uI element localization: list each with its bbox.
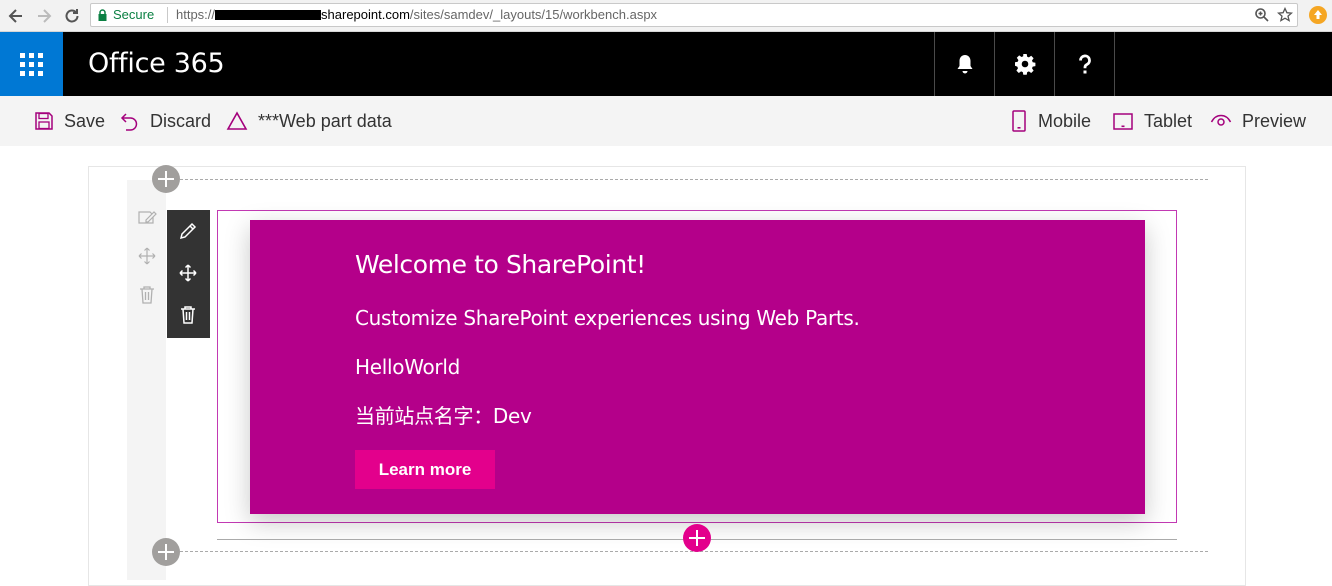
bell-icon bbox=[957, 55, 973, 74]
secure-indicator[interactable]: Secure bbox=[98, 7, 154, 23]
star-icon[interactable] bbox=[1277, 7, 1293, 23]
waffle-icon bbox=[20, 53, 43, 76]
url-path: /sites/samdev/_layouts/15/workbench.aspx bbox=[409, 7, 658, 22]
gear-icon bbox=[1015, 54, 1036, 75]
webpart-toolbar bbox=[167, 210, 210, 338]
discard-label: Discard bbox=[150, 110, 212, 131]
discard-button[interactable]: Discard bbox=[120, 108, 211, 134]
eye-icon bbox=[1210, 114, 1232, 126]
save-label: Save bbox=[64, 110, 106, 131]
preview-label: Preview bbox=[1242, 110, 1307, 131]
delete-section-icon[interactable] bbox=[138, 285, 156, 305]
edit-webpart-button[interactable] bbox=[177, 220, 199, 242]
tablet-label: Tablet bbox=[1144, 110, 1193, 131]
webpart-description: HelloWorld bbox=[355, 355, 461, 379]
plus-icon bbox=[158, 544, 174, 560]
suite-bar: Office 365 bbox=[0, 32, 1332, 96]
url-host: sharepoint.com bbox=[321, 7, 410, 22]
notifications-button[interactable] bbox=[934, 32, 994, 96]
move-section-icon[interactable] bbox=[137, 246, 157, 266]
suite-title[interactable]: Office 365 bbox=[88, 46, 225, 82]
command-bar: Save Discard ***Web part data Mobile Tab… bbox=[0, 96, 1332, 146]
plus-icon bbox=[158, 171, 174, 187]
preview-button[interactable]: Preview bbox=[1210, 108, 1306, 134]
webpart-data-button[interactable]: ***Web part data bbox=[226, 108, 392, 134]
url-scheme: https:// bbox=[176, 7, 216, 22]
mobile-button[interactable]: Mobile bbox=[1010, 108, 1091, 134]
webpart-data-label: ***Web part data bbox=[258, 110, 392, 131]
trash-icon bbox=[181, 306, 195, 324]
address-bar[interactable]: Secure https:// sharepoint.com/sites/samd… bbox=[90, 3, 1298, 27]
zoom-icon[interactable] bbox=[1254, 7, 1270, 23]
back-arrow-icon[interactable] bbox=[6, 6, 26, 26]
add-section-bottom-button[interactable] bbox=[152, 538, 180, 566]
delete-webpart-button[interactable] bbox=[177, 304, 199, 326]
browser-bar: Secure https:// sharepoint.com/sites/samd… bbox=[0, 0, 1332, 32]
webpart-title: Welcome to SharePoint! bbox=[355, 250, 646, 279]
section-toolbar bbox=[127, 180, 166, 580]
plus-icon bbox=[689, 530, 705, 546]
secure-label: Secure bbox=[113, 7, 155, 22]
section-top-divider bbox=[180, 179, 1208, 180]
webpart-subtitle: Customize SharePoint experiences using W… bbox=[355, 306, 860, 330]
webpart-hero: Welcome to SharePoint! Customize SharePo… bbox=[250, 220, 1145, 514]
mobile-label: Mobile bbox=[1038, 110, 1092, 131]
redacted-domain bbox=[215, 10, 322, 20]
add-section-top-button[interactable] bbox=[152, 165, 180, 193]
settings-button[interactable] bbox=[994, 32, 1054, 96]
learn-more-button[interactable]: Learn more bbox=[355, 450, 495, 489]
add-webpart-button[interactable] bbox=[683, 524, 711, 552]
lock-icon bbox=[98, 9, 107, 21]
extension-icon[interactable] bbox=[1309, 6, 1327, 24]
tablet-button[interactable]: Tablet bbox=[1112, 108, 1192, 134]
save-icon bbox=[35, 112, 53, 130]
reload-icon[interactable] bbox=[62, 6, 82, 26]
help-icon bbox=[1079, 54, 1091, 74]
move-icon bbox=[179, 264, 197, 282]
undo-icon bbox=[120, 113, 138, 131]
help-button[interactable] bbox=[1054, 32, 1115, 96]
save-button[interactable]: Save bbox=[34, 108, 105, 134]
pencil-icon bbox=[179, 222, 197, 240]
webpart-site-name: 当前站点名字：Dev bbox=[355, 404, 532, 428]
edit-section-icon[interactable] bbox=[137, 208, 157, 226]
triangle-icon bbox=[226, 111, 248, 130]
app-launcher-button[interactable] bbox=[0, 32, 63, 96]
forward-arrow-icon[interactable] bbox=[34, 6, 54, 26]
url-text[interactable]: https:// sharepoint.com/sites/samdev/_lay… bbox=[176, 7, 657, 23]
move-webpart-button[interactable] bbox=[177, 262, 199, 284]
tablet-icon bbox=[1113, 113, 1133, 130]
mobile-icon bbox=[1012, 110, 1026, 132]
address-divider bbox=[167, 7, 168, 23]
